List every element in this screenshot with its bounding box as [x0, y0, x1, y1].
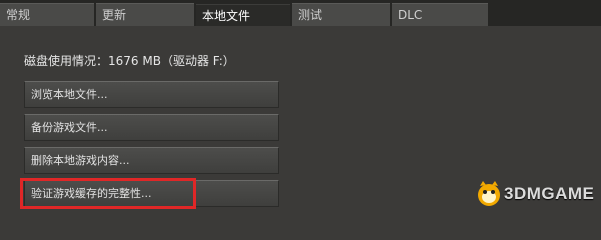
tab-general[interactable]: 常规 [0, 3, 94, 26]
browse-local-files-button[interactable]: 浏览本地文件... [24, 81, 279, 108]
tab-bar: 常规 更新 本地文件 测试 DLC [0, 0, 601, 26]
delete-local-content-button[interactable]: 删除本地游戏内容... [24, 147, 279, 174]
disk-usage-label: 磁盘使用情况：1676 MB（驱动器 F:） [24, 54, 235, 68]
tab-betas[interactable]: 测试 [292, 3, 390, 26]
tab-local-files[interactable]: 本地文件 [196, 4, 290, 26]
tab-updates[interactable]: 更新 [96, 3, 194, 26]
mascot-logo-icon [478, 181, 500, 206]
watermark: 3DMGAME [474, 178, 594, 210]
highlight-box [20, 178, 196, 209]
tab-dlc[interactable]: DLC [392, 3, 488, 26]
backup-game-files-button[interactable]: 备份游戏文件... [24, 114, 279, 141]
watermark-text: 3DMGAME [504, 184, 595, 203]
